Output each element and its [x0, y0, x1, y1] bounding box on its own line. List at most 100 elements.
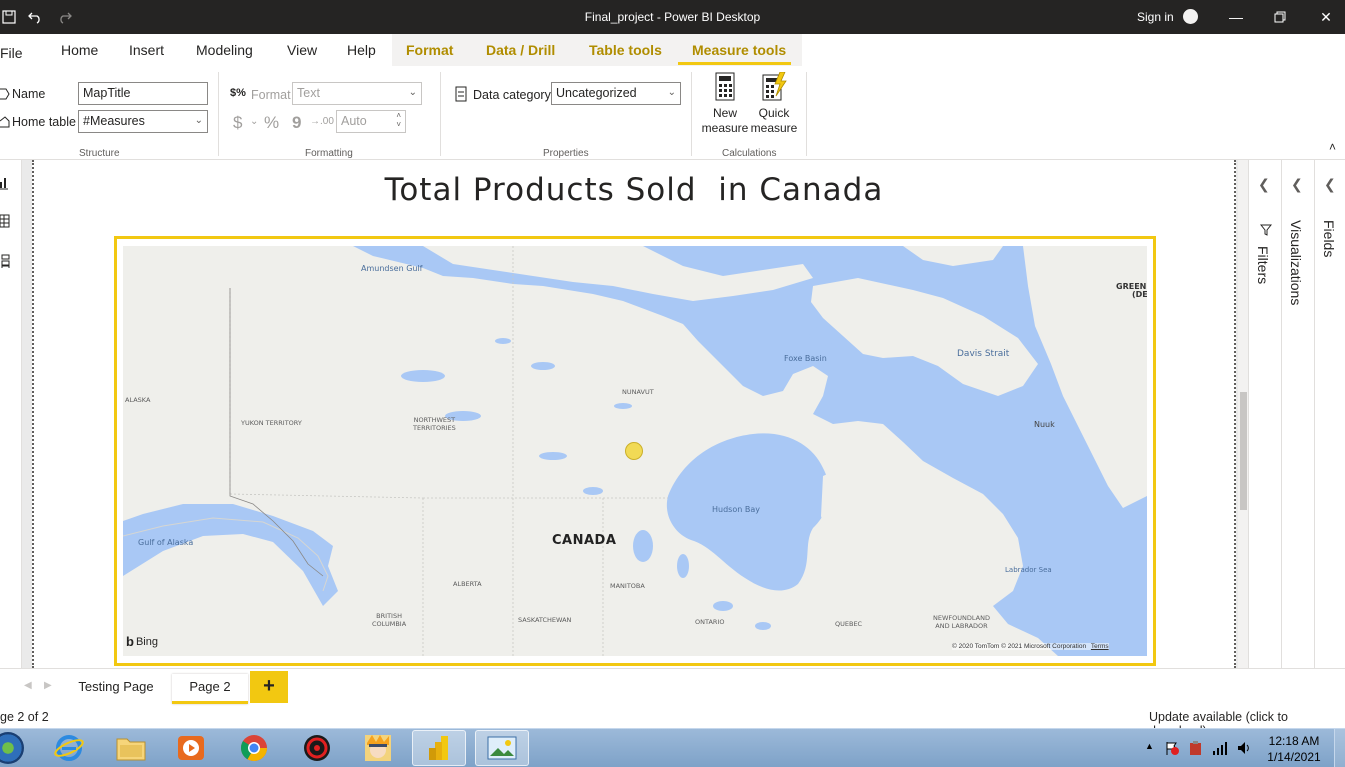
visualizations-pane[interactable]: ❮ Visualizations	[1281, 160, 1313, 668]
status-bar: ge 2 of 2 Update available (click to dow…	[0, 706, 1345, 738]
data-category-value: Uncategorized	[556, 86, 637, 100]
nl-line-1: NEWFOUNDLAND	[933, 614, 990, 622]
restore-icon[interactable]	[1268, 6, 1292, 28]
visualizations-label: Visualizations	[1288, 220, 1304, 306]
taskbar-app-red[interactable]	[290, 730, 344, 766]
quick-measure-button[interactable]: Quick measure	[749, 71, 799, 136]
chrome-icon	[240, 735, 268, 762]
add-page-button[interactable]: +	[250, 671, 288, 703]
name-label: Name	[12, 87, 46, 101]
report-view-icon[interactable]	[0, 176, 12, 190]
currency-button: $	[233, 113, 243, 132]
calculator-icon	[715, 72, 735, 101]
group-divider	[218, 72, 219, 156]
start-button[interactable]	[0, 730, 28, 766]
media-player-icon	[178, 736, 204, 760]
map-label-davis-strait: Davis Strait	[957, 349, 1010, 359]
taskbar-naruto-app[interactable]	[351, 730, 405, 766]
taskbar-power-bi[interactable]	[412, 730, 466, 766]
map-label-newfoundland-and-labrador: NEWFOUNDLAND AND LABRADOR	[933, 614, 990, 630]
action-center-flag-icon[interactable]	[1164, 740, 1180, 756]
tray-expand-icon[interactable]: ▲	[1145, 741, 1154, 751]
stepper-arrows-icon: ˄ ˅	[396, 111, 401, 129]
home-table-label: Home table	[12, 115, 76, 129]
tab-file[interactable]: File	[0, 45, 23, 61]
avatar[interactable]	[1183, 9, 1198, 24]
canvas-scrollbar-thumb[interactable]	[1240, 392, 1247, 510]
quick-measure-label-1: Quick	[758, 106, 790, 120]
map-label-amundsen-gulf: Amundsen Gulf	[361, 264, 423, 273]
security-tray-icon[interactable]	[1188, 740, 1204, 756]
comma-button: 9	[292, 113, 302, 132]
clock-date: 1/14/2021	[1267, 750, 1321, 764]
home-table-value: #Measures	[83, 114, 145, 128]
chevron-left-icon[interactable]: ❮	[1258, 176, 1270, 193]
formatting-group-label: Formatting	[305, 148, 353, 159]
collapse-ribbon-icon[interactable]: ˄	[1329, 140, 1336, 154]
map-data-bubble[interactable]	[625, 442, 643, 460]
decimal-icon: →.00	[310, 116, 334, 127]
data-category-select[interactable]: Uncategorized ⌄	[551, 82, 681, 105]
chevron-left-icon[interactable]: ❮	[1324, 176, 1336, 193]
page-tab-page-2[interactable]: Page 2	[172, 674, 248, 704]
fields-label: Fields	[1321, 220, 1337, 258]
chevron-left-icon[interactable]: ❮	[1291, 176, 1303, 193]
internet-explorer-icon	[54, 735, 84, 761]
volume-icon[interactable]	[1236, 740, 1252, 756]
tab-view[interactable]: View	[287, 42, 317, 58]
name-input[interactable]: MapTitle	[78, 82, 208, 105]
terms-link[interactable]: Terms	[1091, 643, 1109, 650]
data-view-icon[interactable]	[0, 214, 12, 228]
tab-data-drill[interactable]: Data / Drill	[486, 42, 555, 58]
map-label-nunavut: NUNAVUT	[622, 388, 654, 396]
tab-modeling[interactable]: Modeling	[196, 42, 253, 58]
format-icon: $%	[230, 87, 246, 99]
tab-table-tools[interactable]: Table tools	[589, 42, 662, 58]
new-measure-label-2: measure	[701, 121, 749, 135]
taskbar-internet-explorer[interactable]	[42, 730, 96, 766]
map-label-yukon: YUKON TERRITORY	[241, 419, 302, 427]
power-bi-icon	[429, 736, 448, 760]
taskbar-file-explorer[interactable]	[104, 730, 158, 766]
sign-in-link[interactable]: Sign in	[1137, 10, 1174, 24]
taskbar-clock[interactable]: 12:18 AM 1/14/2021	[1262, 733, 1326, 765]
greenland-line-2: (DE	[1132, 290, 1147, 299]
minimize-icon[interactable]: —	[1224, 6, 1248, 28]
model-view-icon[interactable]	[0, 254, 12, 268]
tab-help[interactable]: Help	[347, 42, 376, 58]
decimals-stepper: Auto ˄ ˅	[336, 110, 406, 133]
tab-home[interactable]: Home	[61, 42, 98, 58]
bc-line-2: COLUMBIA	[372, 620, 407, 628]
quick-calculator-icon	[762, 71, 787, 101]
tab-format[interactable]: Format	[406, 42, 453, 58]
properties-group-label: Properties	[543, 148, 589, 159]
bing-b-icon: b	[126, 634, 134, 649]
home-table-select[interactable]: #Measures ⌄	[78, 110, 208, 133]
tab-measure-tools[interactable]: Measure tools	[692, 42, 786, 58]
new-measure-button[interactable]: New measure	[700, 72, 750, 136]
red-app-icon	[304, 735, 330, 761]
page-tab-testing-page[interactable]: Testing Page	[62, 674, 170, 704]
taskbar-media-player[interactable]	[164, 730, 218, 766]
windows-logo-icon	[0, 732, 24, 764]
map-visual[interactable]: Amundsen Gulf ALASKA YUKON TERRITORY NOR…	[123, 246, 1147, 656]
bing-logo: b Bing	[126, 634, 158, 649]
map-label-greenland: GREEN (DE	[1116, 283, 1147, 299]
taskbar-chrome[interactable]	[227, 730, 281, 766]
scroll-tabs-left-icon[interactable]: ◀	[24, 680, 32, 691]
fields-pane[interactable]: ❮ Fields	[1314, 160, 1345, 668]
folder-icon	[116, 738, 146, 761]
map-label-quebec: QUEBEC	[835, 620, 863, 628]
taskbar-photos[interactable]	[475, 730, 529, 766]
show-desktop-button[interactable]	[1334, 729, 1345, 767]
tag-icon	[0, 88, 10, 100]
bing-label: Bing	[135, 635, 158, 648]
chevron-down-icon: ⌄	[250, 116, 259, 127]
filters-pane[interactable]: ❮ Filters	[1248, 160, 1280, 668]
close-icon[interactable]: ✕	[1314, 6, 1338, 28]
tab-insert[interactable]: Insert	[129, 42, 164, 58]
format-value: Text	[297, 86, 320, 100]
scroll-tabs-right-icon[interactable]: ▶	[44, 680, 52, 691]
network-signal-icon[interactable]	[1212, 740, 1230, 756]
chevron-down-icon: ⌄	[667, 87, 676, 98]
